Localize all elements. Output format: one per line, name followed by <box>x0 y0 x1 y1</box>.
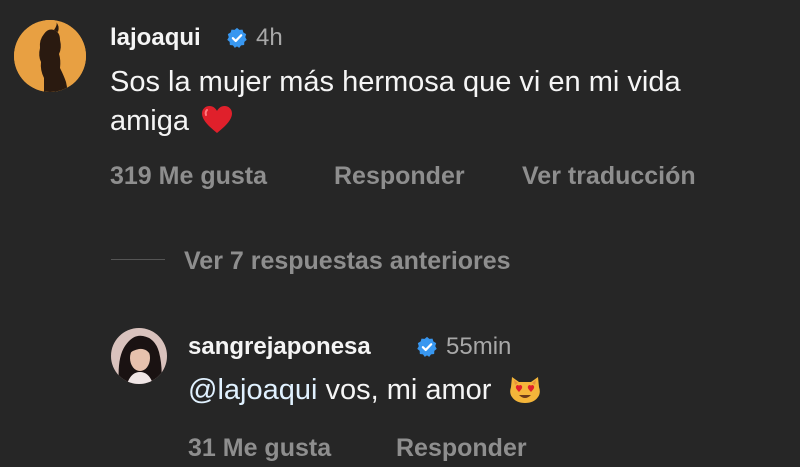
red-heart-emoji-icon <box>197 105 233 137</box>
comment-reply-button[interactable]: Responder <box>334 162 465 191</box>
comment-text-line2: amiga <box>110 103 233 140</box>
heart-eyes-cat-emoji-icon <box>500 374 542 406</box>
comments-screen: lajoaqui 4h Sos la mujer más hermosa que… <box>0 0 800 467</box>
reply-likes[interactable]: 31 Me gusta <box>188 434 331 463</box>
replies-divider <box>111 259 165 260</box>
comment-username[interactable]: lajoaqui <box>110 24 201 52</box>
comment-text-word: amiga <box>110 105 189 137</box>
profile-photo-icon <box>111 328 167 384</box>
reply-text: @lajoaqui vos, mi amor <box>188 372 542 409</box>
reply-text-body: vos, mi amor <box>317 374 492 406</box>
silhouette-icon <box>14 20 86 92</box>
comment-text-line1: Sos la mujer más hermosa que vi en mi vi… <box>110 66 681 98</box>
reply-username[interactable]: sangrejaponesa <box>188 333 371 361</box>
verified-badge-icon <box>226 27 248 54</box>
avatar-sangrejaponesa[interactable] <box>111 328 167 384</box>
comment-time: 4h <box>256 24 283 51</box>
view-previous-replies-button[interactable]: Ver 7 respuestas anteriores <box>184 247 511 276</box>
avatar-lajoaqui[interactable] <box>14 20 86 92</box>
reply-mention-link[interactable]: @lajoaqui <box>188 374 317 406</box>
comment-likes[interactable]: 319 Me gusta <box>110 162 267 191</box>
reply-time: 55min <box>446 333 512 360</box>
verified-badge-icon <box>416 336 438 363</box>
comment-translate-button[interactable]: Ver traducción <box>522 162 696 191</box>
reply-reply-button[interactable]: Responder <box>396 434 527 463</box>
